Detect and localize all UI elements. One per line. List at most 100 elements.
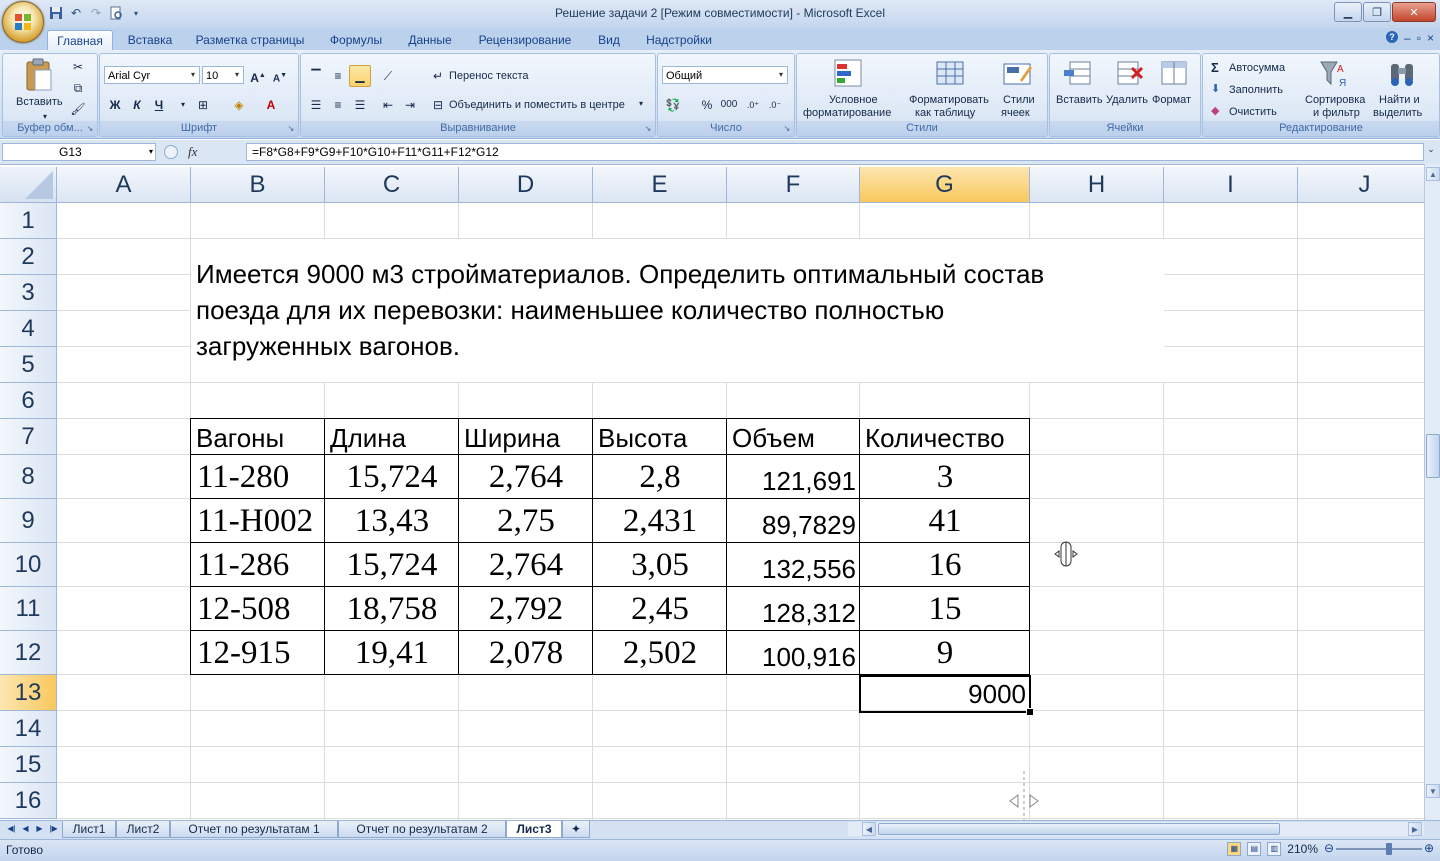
font-launcher-icon[interactable]: ↘ [286, 124, 296, 134]
table-cell-width[interactable]: 2,792 [459, 587, 593, 631]
table-cell-wagon[interactable]: 11-Н002 [191, 499, 325, 543]
clipboard-launcher-icon[interactable]: ↘ [85, 124, 95, 134]
column-header-g[interactable]: G [860, 167, 1030, 203]
table-cell-volume[interactable]: 128,312 [727, 587, 860, 631]
insert-cells-icon[interactable] [1062, 58, 1094, 90]
table-cell-quantity[interactable]: 3 [860, 455, 1030, 499]
row-header-10[interactable]: 10 [0, 543, 57, 587]
alignment-launcher-icon[interactable]: ↘ [643, 124, 653, 134]
underline-dropdown-icon[interactable]: ▾ [172, 94, 194, 116]
insert-function-button[interactable]: fx [188, 144, 197, 160]
vertical-scroll-thumb[interactable] [1426, 434, 1440, 478]
table-cell-width[interactable]: 2,764 [459, 543, 593, 587]
font-color-icon[interactable]: A [260, 94, 282, 116]
task-description-block[interactable]: Имеется 9000 м3 стройматериалов. Определ… [191, 239, 1164, 383]
zoom-in-icon[interactable]: ⊕ [1424, 841, 1434, 855]
merge-dropdown-icon[interactable]: ▾ [639, 99, 643, 108]
conditional-formatting-icon[interactable] [833, 58, 865, 90]
table-cell-wagon[interactable]: 11-286 [191, 543, 325, 587]
row-header-12[interactable]: 12 [0, 631, 57, 675]
close-icon[interactable]: ✕ [1392, 2, 1436, 22]
formula-input[interactable]: =F8*G8+F9*G9+F10*G10+F11*G11+F12*G12 [246, 143, 1424, 161]
zoom-out-icon[interactable]: ⊖ [1324, 841, 1334, 855]
paste-dropdown-icon[interactable]: ▾ [43, 112, 47, 121]
find-select-button[interactable]: выделить [1373, 107, 1422, 119]
table-header-height[interactable]: Высота [593, 419, 727, 455]
sort-filter-button[interactable]: и фильтр [1313, 107, 1360, 119]
font-size-combo[interactable]: 10 ▾ [202, 66, 244, 84]
thousands-button[interactable]: 000 [718, 94, 740, 116]
row-header-6[interactable]: 6 [0, 383, 57, 419]
prev-sheet-icon[interactable]: ◀ [20, 823, 31, 835]
tab-insert[interactable]: Вставка [120, 30, 180, 50]
table-header-width[interactable]: Ширина [459, 419, 593, 455]
wrap-text-button[interactable]: Перенос текста [449, 70, 529, 82]
font-name-combo[interactable]: Arial Cyr ▾ [104, 66, 200, 84]
name-box[interactable]: G13 ▾ [2, 143, 156, 161]
row-header-7[interactable]: 7 [0, 419, 57, 455]
ribbon-minimize-icon[interactable]: – [1404, 31, 1411, 45]
sheet-tab-3[interactable]: Лист3 [506, 821, 562, 838]
table-cell-quantity[interactable]: 15 [860, 587, 1030, 631]
row-header-2[interactable]: 2 [0, 239, 57, 275]
row-header-9[interactable]: 9 [0, 499, 57, 543]
row-header-5[interactable]: 5 [0, 347, 57, 383]
autosum-icon[interactable]: Σ [1211, 60, 1219, 75]
table-cell-quantity[interactable]: 9 [860, 631, 1030, 675]
vertical-scrollbar[interactable]: ▲ ▼ [1424, 164, 1440, 820]
wrap-text-icon[interactable]: ↵ [427, 65, 449, 87]
format-cells-icon[interactable] [1158, 58, 1190, 90]
table-cell-volume[interactable]: 132,556 [727, 543, 860, 587]
table-cell-height[interactable]: 2,502 [593, 631, 727, 675]
tab-review[interactable]: Рецензирование [470, 30, 580, 50]
help-icon[interactable]: ? [1386, 31, 1399, 43]
table-cell-length[interactable]: 13,43 [325, 499, 459, 543]
table-cell-quantity[interactable]: 41 [860, 499, 1030, 543]
binoculars-icon[interactable] [1387, 58, 1419, 90]
column-header-e[interactable]: E [593, 167, 727, 203]
column-header-c[interactable]: C [325, 167, 459, 203]
sheet-tab-2[interactable]: Лист2 [116, 821, 170, 838]
sort-filter-icon[interactable]: АЯ [1319, 58, 1351, 90]
align-center-icon[interactable]: ≡ [327, 94, 349, 116]
row-header-13[interactable]: 13 [0, 675, 57, 711]
align-middle-icon[interactable]: ≡ [327, 65, 349, 87]
scroll-left-icon[interactable]: ◀ [862, 822, 876, 836]
table-cell-length[interactable]: 15,724 [325, 543, 459, 587]
tab-addins[interactable]: Надстройки [638, 30, 720, 50]
eraser-icon[interactable]: ◆ [1211, 104, 1219, 117]
scroll-up-icon[interactable]: ▲ [1426, 167, 1440, 181]
paste-button[interactable]: Вставить [16, 96, 63, 108]
page-break-view-icon[interactable]: ▥ [1267, 842, 1282, 856]
align-right-icon[interactable]: ☰ [349, 94, 371, 116]
merge-center-icon[interactable]: ⊟ [427, 94, 449, 116]
insert-cells-button[interactable]: Вставить [1056, 94, 1103, 106]
copy-icon[interactable]: ⧉ [67, 77, 89, 99]
clear-button[interactable]: Очистить [1229, 106, 1277, 118]
sheet-tab-1[interactable]: Лист1 [62, 821, 116, 838]
decrease-decimal-icon[interactable]: .0⁻ [764, 94, 786, 116]
conditional-formatting-button[interactable]: форматирование [803, 107, 891, 119]
table-cell-height[interactable]: 2,8 [593, 455, 727, 499]
format-as-table-button[interactable]: как таблицу [915, 107, 975, 119]
ribbon-restore-icon[interactable]: ▫ [1417, 31, 1421, 45]
table-cell-wagon[interactable]: 11-280 [191, 455, 325, 499]
column-header-d[interactable]: D [459, 167, 593, 203]
next-sheet-icon[interactable]: ▶ [34, 823, 45, 835]
zoom-level[interactable]: 210% [1287, 842, 1318, 856]
table-header-volume[interactable]: Объем [727, 419, 860, 455]
formula-options-icon[interactable] [164, 145, 178, 159]
table-header-length[interactable]: Длина [325, 419, 459, 455]
row-header-8[interactable]: 8 [0, 455, 57, 499]
fill-button[interactable]: Заполнить [1229, 84, 1283, 96]
scroll-down-icon[interactable]: ▼ [1426, 784, 1440, 798]
row-header-3[interactable]: 3 [0, 275, 57, 311]
horizontal-scroll-thumb[interactable] [878, 823, 1280, 835]
column-header-b[interactable]: B [191, 167, 325, 203]
table-cell-height[interactable]: 2,45 [593, 587, 727, 631]
row-header-14[interactable]: 14 [0, 711, 57, 747]
delete-cells-icon[interactable] [1114, 58, 1146, 90]
expand-formula-bar-icon[interactable]: ⌄ [1425, 144, 1437, 160]
delete-cells-button[interactable]: Удалить [1106, 94, 1148, 106]
table-cell-quantity[interactable]: 16 [860, 543, 1030, 587]
